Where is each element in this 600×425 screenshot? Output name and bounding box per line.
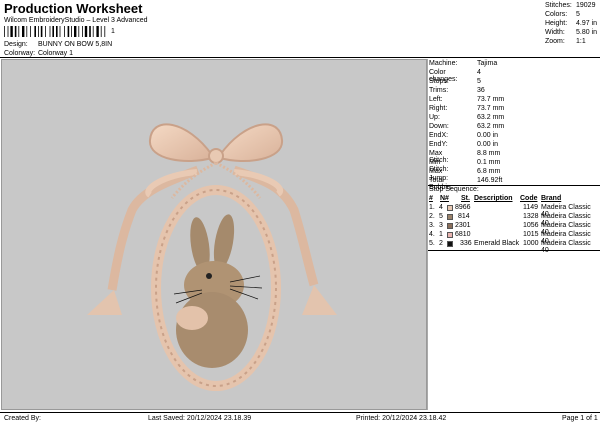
printed-date: Printed: 20/12/2024 23.18.42 [356,415,447,422]
summary-stitches-label: Stitches: [545,2,572,9]
machine-info-panel: Machine: Tajima Color changes: 4 Stops: 5 T… [428,59,600,410]
table-row: 1. 4 8966 1149 Madeira Classic 40 [429,204,591,218]
color-swatch [447,241,453,247]
summary-height-label: Height: [545,20,568,27]
color-swatch [447,223,453,229]
col-brand: Brand [541,195,562,202]
stop-sequence-heading: Stop Sequence: [428,185,600,194]
summary-height-value: 4.97 in [576,20,598,27]
embroidery-design-illustration [87,123,337,391]
barcode-suffix: 1 [111,28,115,35]
design-preview [1,59,427,410]
summary-width-label: Width: [545,29,565,36]
header-divider [0,57,600,58]
table-row: 4. 1 6810 1015 Madeira Classic 40 [429,231,591,245]
software-name: Wilcom EmbroideryStudio – Level 3 Advanc… [4,17,148,24]
col-num: # [429,195,433,202]
page-number: Page 1 of 1 [562,415,598,422]
design-value: BUNNY ON BOW 5,8IN [38,41,113,48]
created-by: Created By: [4,415,41,422]
barcode [4,26,106,37]
summary-colors-label: Colors: [545,11,568,18]
col-needle: N# [440,195,449,202]
colorway-value: Colorway 1 [38,50,74,57]
last-saved: Last Saved: 20/12/2024 23.18.39 [148,415,252,422]
summary-panel: Stitches: 19029 Colors: 5 Height: 4.97 i… [543,0,600,48]
table-row: 5. 2 336 Emerald Black 1000 Madeira Classic… [429,240,591,254]
color-swatch [447,232,453,238]
col-code: Code [520,195,538,202]
summary-width-value: 5.80 in [576,29,598,36]
summary-zoom-value: 1:1 [576,38,586,45]
footer: Created By: Last Saved: 20/12/2024 23.18… [0,412,600,425]
color-swatch [447,214,453,220]
color-swatch [447,205,453,211]
table-bottom-rule [428,250,600,251]
table-row: 2. 5 814 1328 Madeira Classic 40 [429,213,591,227]
colorway-label: Colorway: [4,50,36,57]
col-description: Description [474,195,513,202]
summary-zoom-label: Zoom: [545,38,565,45]
summary-colors-value: 5 [576,11,580,18]
summary-stitches-value: 19029 [576,2,596,9]
design-label: Design: [4,41,28,48]
col-stitches: St. [461,195,470,202]
page-title: Production Worksheet [4,1,143,16]
table-row: 3. 3 2301 1056 Madeira Classic 40 [429,222,591,236]
